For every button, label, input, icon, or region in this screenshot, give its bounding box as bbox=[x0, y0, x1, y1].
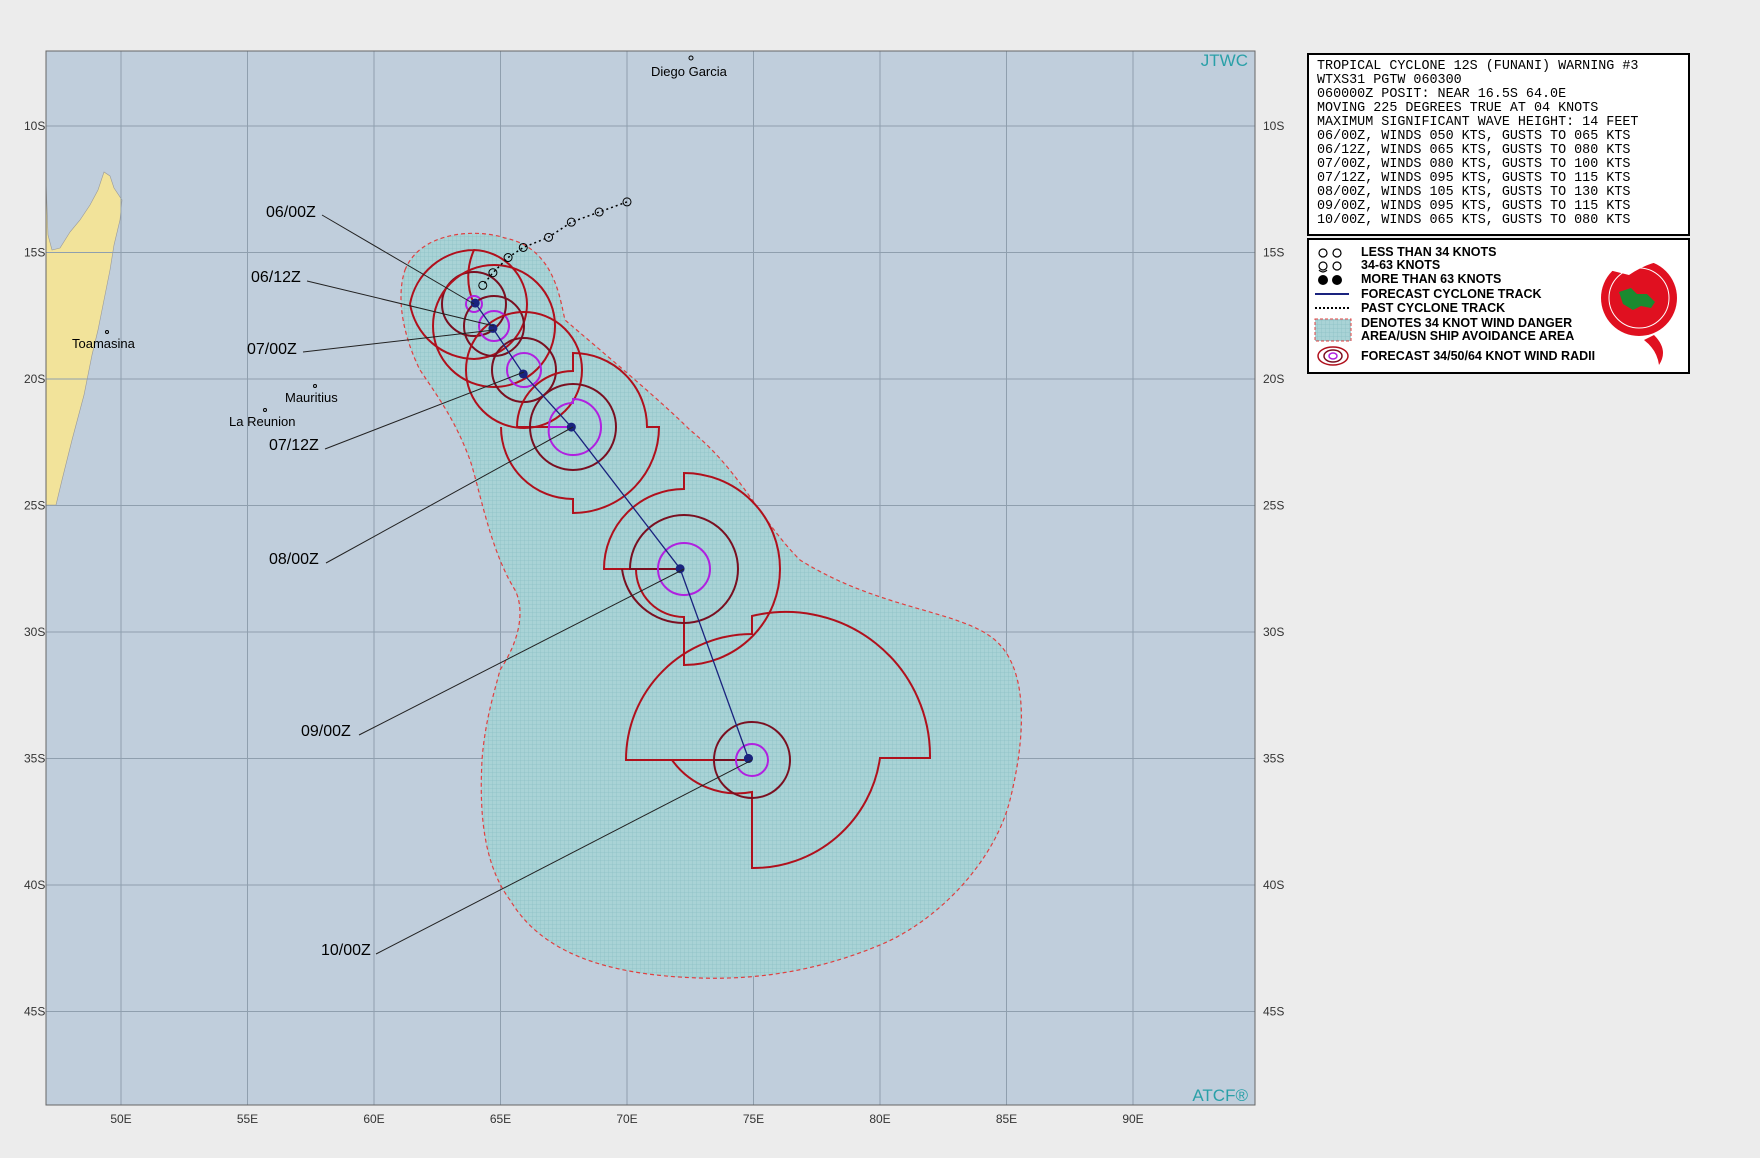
lon-tick-label: 50E bbox=[110, 1112, 131, 1126]
warning-line: MOVING 225 DEGREES TRUE AT 04 KNOTS bbox=[1317, 101, 1599, 116]
lon-tick-label: 85E bbox=[996, 1112, 1017, 1126]
lat-tick-label: 20S bbox=[1263, 372, 1284, 386]
lat-tick-label: 30S bbox=[24, 625, 45, 639]
warning-line: 08/00Z, WINDS 105 KTS, GUSTS TO 130 KTS bbox=[1317, 185, 1631, 200]
mauritius-label: Mauritius bbox=[285, 390, 338, 405]
legend-forecast-track: FORECAST CYCLONE TRACK bbox=[1361, 287, 1542, 301]
lon-tick-label: 55E bbox=[237, 1112, 258, 1126]
lat-tick-label: 30S bbox=[1263, 625, 1284, 639]
label-08-00z: 08/00Z bbox=[269, 551, 319, 568]
wind-radii-icon bbox=[1317, 346, 1349, 366]
warning-line: 07/00Z, WINDS 080 KTS, GUSTS TO 100 KTS bbox=[1317, 157, 1631, 172]
label-06-12z: 06/12Z bbox=[251, 269, 301, 286]
lat-tick-label: 25S bbox=[24, 499, 45, 513]
lat-tick-label: 20S bbox=[24, 372, 45, 386]
warning-line: TROPICAL CYCLONE 12S (FUNANI) WARNING #3 bbox=[1317, 59, 1639, 74]
lon-tick-label: 70E bbox=[616, 1112, 637, 1126]
lon-tick-label: 80E bbox=[869, 1112, 890, 1126]
legend-less34: LESS THAN 34 KNOTS bbox=[1361, 245, 1497, 259]
lat-tick-label: 25S bbox=[1263, 499, 1284, 513]
lon-tick-label: 60E bbox=[363, 1112, 384, 1126]
lat-tick-label: 10S bbox=[1263, 119, 1284, 133]
longitude-labels: 50E 55E 60E 65E 70E 75E 80E 85E 90E bbox=[110, 1112, 1143, 1126]
legend-34-63: 34-63 KNOTS bbox=[1361, 258, 1441, 272]
lat-tick-label: 15S bbox=[24, 246, 45, 260]
la-reunion-label: La Reunion bbox=[229, 414, 296, 429]
warning-line: 07/12Z, WINDS 095 KTS, GUSTS TO 115 KTS bbox=[1317, 171, 1631, 186]
label-07-00z: 07/00Z bbox=[247, 341, 297, 358]
agency-top: JTWC bbox=[1201, 51, 1248, 70]
forecast-position-marker bbox=[675, 564, 685, 574]
lat-tick-label: 45S bbox=[1263, 1005, 1284, 1019]
agency-bottom: ATCF® bbox=[1192, 1086, 1248, 1105]
legend-danger-line1: DENOTES 34 KNOT WIND DANGER bbox=[1361, 316, 1573, 330]
warning-line: MAXIMUM SIGNIFICANT WAVE HEIGHT: 14 FEET bbox=[1317, 115, 1639, 130]
toamasina-label: Toamasina bbox=[72, 336, 136, 351]
label-07-12z: 07/12Z bbox=[269, 437, 319, 454]
danger-area-icon bbox=[1314, 318, 1352, 342]
warning-line: 060000Z POSIT: NEAR 16.5S 64.0E bbox=[1317, 87, 1567, 102]
legend-more63: MORE THAN 63 KNOTS bbox=[1361, 272, 1502, 286]
lat-tick-label: 40S bbox=[1263, 878, 1284, 892]
label-10-00z: 10/00Z bbox=[321, 942, 371, 959]
lat-tick-label: 40S bbox=[24, 878, 45, 892]
jtwc-logo-icon bbox=[1601, 254, 1679, 365]
legend-radii: FORECAST 34/50/64 KNOT WIND RADII bbox=[1361, 349, 1596, 363]
34-63-knots-icon bbox=[1318, 261, 1342, 273]
less-than-34-icon bbox=[1318, 248, 1342, 258]
lon-tick-label: 90E bbox=[1122, 1112, 1143, 1126]
warning-box: TROPICAL CYCLONE 12S (FUNANI) WARNING #3… bbox=[1307, 53, 1690, 236]
diego-garcia-label: Diego Garcia bbox=[651, 64, 728, 79]
warning-line: 06/00Z, WINDS 050 KTS, GUSTS TO 065 KTS bbox=[1317, 129, 1631, 144]
lat-tick-label: 10S bbox=[24, 119, 45, 133]
lat-tick-label: 15S bbox=[1263, 246, 1284, 260]
label-09-00z: 09/00Z bbox=[301, 723, 351, 740]
label-06-00z: 06/00Z bbox=[266, 204, 316, 221]
legend-box: LESS THAN 34 KNOTS 34-63 KNOTS MORE THAN… bbox=[1307, 238, 1690, 374]
forecast-position-marker bbox=[566, 422, 576, 432]
warning-line: WTXS31 PGTW 060300 bbox=[1317, 73, 1462, 88]
warning-line: 10/00Z, WINDS 065 KTS, GUSTS TO 080 KTS bbox=[1317, 213, 1631, 228]
lat-tick-label: 45S bbox=[24, 1005, 45, 1019]
lon-tick-label: 65E bbox=[490, 1112, 511, 1126]
lon-tick-label: 75E bbox=[743, 1112, 764, 1126]
lat-tick-label: 35S bbox=[1263, 752, 1284, 766]
warning-line: 06/12Z, WINDS 065 KTS, GUSTS TO 080 KTS bbox=[1317, 143, 1631, 158]
legend-danger-line2: AREA/USN SHIP AVOIDANCE AREA bbox=[1361, 329, 1575, 343]
lat-tick-label: 35S bbox=[24, 752, 45, 766]
legend-past-track: PAST CYCLONE TRACK bbox=[1361, 301, 1506, 315]
warning-line: 09/00Z, WINDS 095 KTS, GUSTS TO 115 KTS bbox=[1317, 199, 1631, 214]
more-than-63-icon bbox=[1318, 275, 1342, 285]
